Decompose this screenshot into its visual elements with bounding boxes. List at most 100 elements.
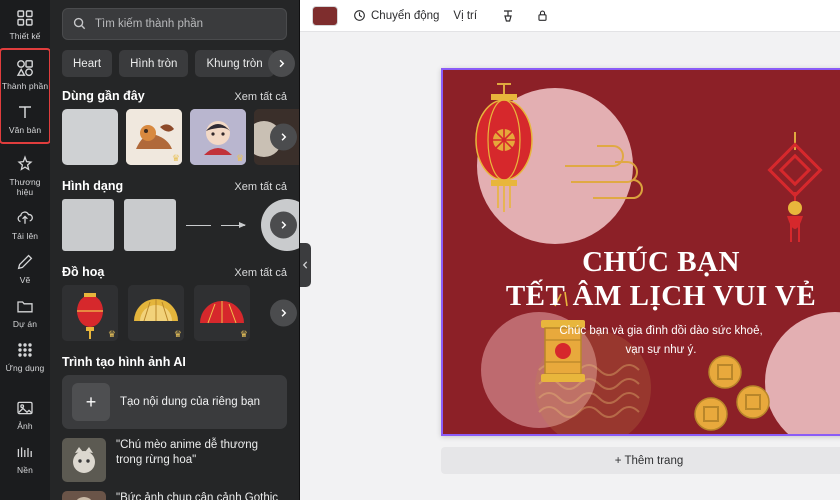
- chevron-right-icon: [270, 123, 297, 151]
- chip-circle-frame[interactable]: Khung tròn: [195, 50, 274, 77]
- sidebar-item-elements[interactable]: Thành phần: [1, 52, 49, 96]
- section-title: Trình tạo hình ảnh AI: [62, 355, 186, 369]
- ai-suggestion-item[interactable]: "Bức ảnh chụp cận cảnh Gothic: [62, 491, 287, 500]
- sidebar-item-projects[interactable]: Dự án: [1, 290, 49, 334]
- search-wrapper: Tìm kiếm thành phần: [50, 0, 299, 46]
- shapes-next-button[interactable]: [270, 211, 297, 239]
- premium-crown-icon: ♛: [173, 329, 182, 339]
- section-header-ai: Trình tạo hình ảnh AI: [50, 353, 299, 375]
- recent-item-placeholder[interactable]: [62, 109, 118, 165]
- shape-arrow-line[interactable]: [220, 221, 252, 228]
- graphics-next-button[interactable]: [270, 299, 297, 327]
- sidebar-item-background[interactable]: Nền: [1, 436, 49, 480]
- premium-crown-icon: ♛: [171, 153, 180, 163]
- poster-headline-line1: CHÚC BẠN: [582, 246, 740, 278]
- photos-image-icon: [15, 398, 35, 418]
- recent-item-lion-dance[interactable]: ♛: [126, 109, 182, 165]
- graphic-lantern[interactable]: ♛: [62, 285, 118, 341]
- section-header-graphics: Đồ hoạ Xem tất cả: [50, 263, 299, 285]
- chip-heart[interactable]: Heart: [62, 50, 113, 77]
- chips-next-button[interactable]: [268, 50, 295, 77]
- sidebar-item-label: Ứng dụng: [5, 363, 45, 373]
- ai-suggestion-thumb: [62, 491, 106, 500]
- sidebar-item-apps[interactable]: Ứng dụng: [1, 334, 49, 378]
- left-rail: Thiết kế Thành phần Văn bản Thương hiệu …: [0, 0, 51, 500]
- ai-create-card[interactable]: + Tạo nội dung của riêng bạn: [62, 375, 287, 429]
- arrow-graphic: [220, 221, 246, 228]
- section-title: Hình dạng: [62, 179, 124, 193]
- sidebar-item-design[interactable]: Thiết kế: [1, 2, 49, 46]
- context-toolbar: Chuyển động Vị trí: [300, 0, 840, 32]
- sidebar-item-brand[interactable]: Thương hiệu: [1, 148, 49, 202]
- apps-dots-icon: [15, 340, 35, 360]
- lock-button[interactable]: [535, 9, 549, 23]
- sidebar-item-label: Thiết kế: [9, 31, 41, 41]
- section-header-recent: Dùng gần đây Xem tất cả: [50, 87, 299, 109]
- section-title: Dùng gần đây: [62, 89, 145, 103]
- shape-square[interactable]: [62, 199, 114, 251]
- text-T-icon: [15, 102, 35, 122]
- recent-items-row: ♛ ♛: [50, 109, 299, 165]
- section-header-shapes: Hình dạng Xem tất cả: [50, 177, 299, 199]
- animate-spark-icon: [352, 9, 366, 23]
- sidebar-item-label: Nền: [17, 465, 33, 475]
- sidebar-item-text[interactable]: Văn bản: [1, 96, 49, 140]
- color-swatch-button[interactable]: [312, 5, 338, 26]
- canvas-area: CHÚC BẠN TẾT ÂM LỊCH VUI VẺ Chúc bạn và …: [300, 32, 840, 500]
- graphic-red-fan[interactable]: ♛: [194, 285, 250, 341]
- poster-subtext-line1: Chúc bạn và gia đình dồi dào sức khoẻ,: [559, 325, 763, 337]
- animate-label: Chuyển động: [371, 9, 440, 22]
- see-all-link[interactable]: Xem tất cả: [234, 181, 287, 193]
- upload-cloud-icon: [15, 208, 35, 228]
- shapes-row: [50, 199, 299, 251]
- transparency-icon: [501, 9, 515, 23]
- chip-circle[interactable]: Hình tròn: [119, 50, 189, 77]
- design-grid-icon: [15, 8, 35, 28]
- chevron-right-icon: [270, 299, 297, 327]
- see-all-link[interactable]: Xem tất cả: [234, 267, 287, 279]
- ai-suggestion-item[interactable]: "Chú mèo anime dễ thương trong rừng hoa": [62, 438, 287, 482]
- animate-button[interactable]: Chuyển động: [352, 9, 439, 23]
- chevron-left-icon: [302, 261, 308, 269]
- search-input[interactable]: Tìm kiếm thành phần: [62, 8, 287, 40]
- sidebar-item-label: Dự án: [12, 319, 38, 329]
- sidebar-item-draw[interactable]: Vẽ: [1, 246, 49, 290]
- ai-create-label: Tạo nội dung của riêng bạn: [120, 396, 261, 408]
- ai-suggestion-text: "Bức ảnh chụp cận cảnh Gothic: [116, 492, 279, 500]
- recent-next-button[interactable]: [270, 123, 297, 151]
- poster-subtext: Chúc bạn và gia đình dồi dào sức khoẻ, v…: [443, 322, 840, 360]
- line-graphic: [186, 224, 211, 226]
- transparency-button[interactable]: [501, 9, 515, 23]
- shape-square[interactable]: [124, 199, 176, 251]
- highlighted-rail-group: Thành phần Văn bản: [0, 48, 51, 144]
- search-placeholder: Tìm kiếm thành phần: [95, 18, 204, 30]
- lock-icon: [535, 9, 549, 23]
- sidebar-item-label: Thương hiệu: [9, 177, 41, 197]
- design-page[interactable]: CHÚC BẠN TẾT ÂM LỊCH VUI VẺ Chúc bạn và …: [441, 68, 840, 436]
- see-all-link[interactable]: Xem tất cả: [234, 91, 287, 103]
- position-button[interactable]: Vị trí: [453, 10, 477, 22]
- plus-icon: +: [72, 383, 110, 421]
- graphics-row: ♛ ♛ ♛: [50, 285, 299, 341]
- elements-shapes-icon: [15, 58, 35, 78]
- background-icon: [15, 442, 35, 462]
- projects-folder-icon: [15, 296, 35, 316]
- recent-item-girl[interactable]: ♛: [190, 109, 246, 165]
- position-label: Vị trí: [453, 9, 478, 22]
- graphic-gold-fan[interactable]: ♛: [128, 285, 184, 341]
- elements-panel: Tìm kiếm thành phần Heart Hình tròn Khun…: [50, 0, 300, 500]
- sidebar-item-label: Thành phần: [1, 81, 49, 91]
- premium-crown-icon: ♛: [107, 329, 116, 339]
- poster-headline-line2: TẾT ÂM LỊCH VUI VẺ: [505, 280, 817, 312]
- sidebar-item-uploads[interactable]: Tải lên: [1, 202, 49, 246]
- add-page-button[interactable]: + Thêm trang: [441, 447, 840, 474]
- shape-line[interactable]: [186, 224, 211, 226]
- ai-suggestion-text: "Chú mèo anime dễ thương trong rừng hoa": [116, 439, 259, 466]
- section-title: Đồ hoạ: [62, 265, 105, 279]
- poster-headline: CHÚC BẠN TẾT ÂM LỊCH VUI VẺ: [443, 245, 840, 313]
- panel-collapse-handle[interactable]: [300, 243, 311, 287]
- canva-editor-window: Thiết kế Thành phần Văn bản Thương hiệu …: [0, 0, 840, 500]
- sidebar-item-label: Vẽ: [19, 275, 31, 285]
- sidebar-item-photos[interactable]: Ảnh: [1, 392, 49, 436]
